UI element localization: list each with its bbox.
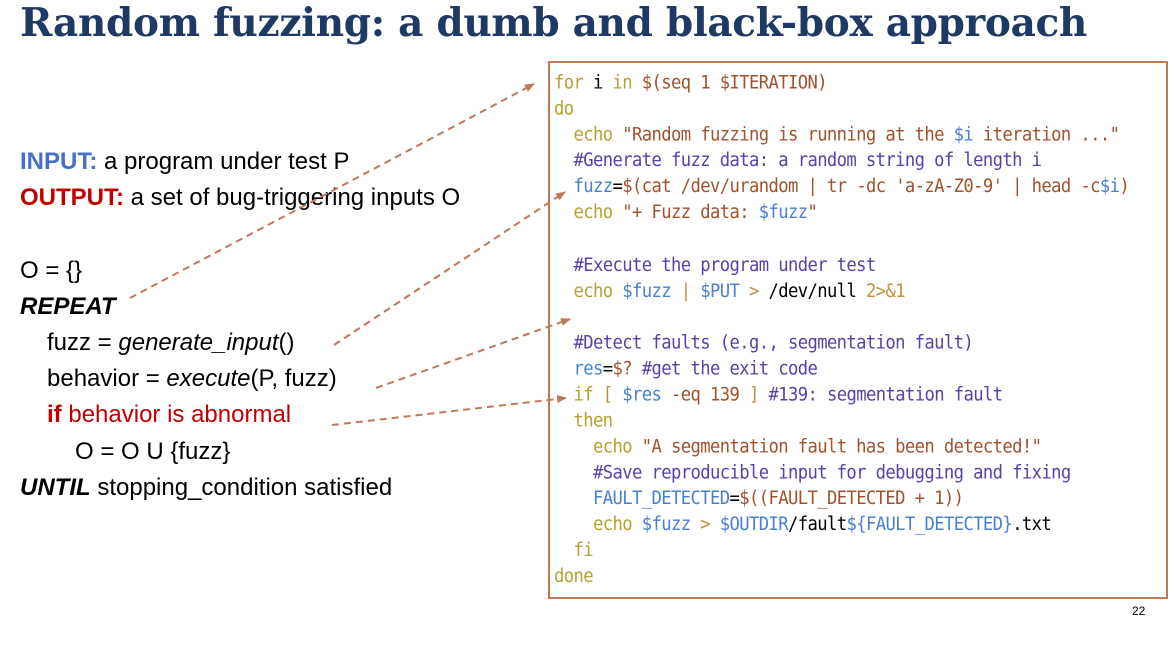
arrow-execute-to-echo	[375, 318, 571, 389]
page-number: 22	[1132, 604, 1146, 618]
arrow-abnormal-to-if	[331, 395, 567, 426]
arrow-repeat-to-for	[129, 83, 535, 299]
arrow-generate-to-fuzz	[333, 191, 566, 346]
connector-arrows	[129, 83, 571, 426]
